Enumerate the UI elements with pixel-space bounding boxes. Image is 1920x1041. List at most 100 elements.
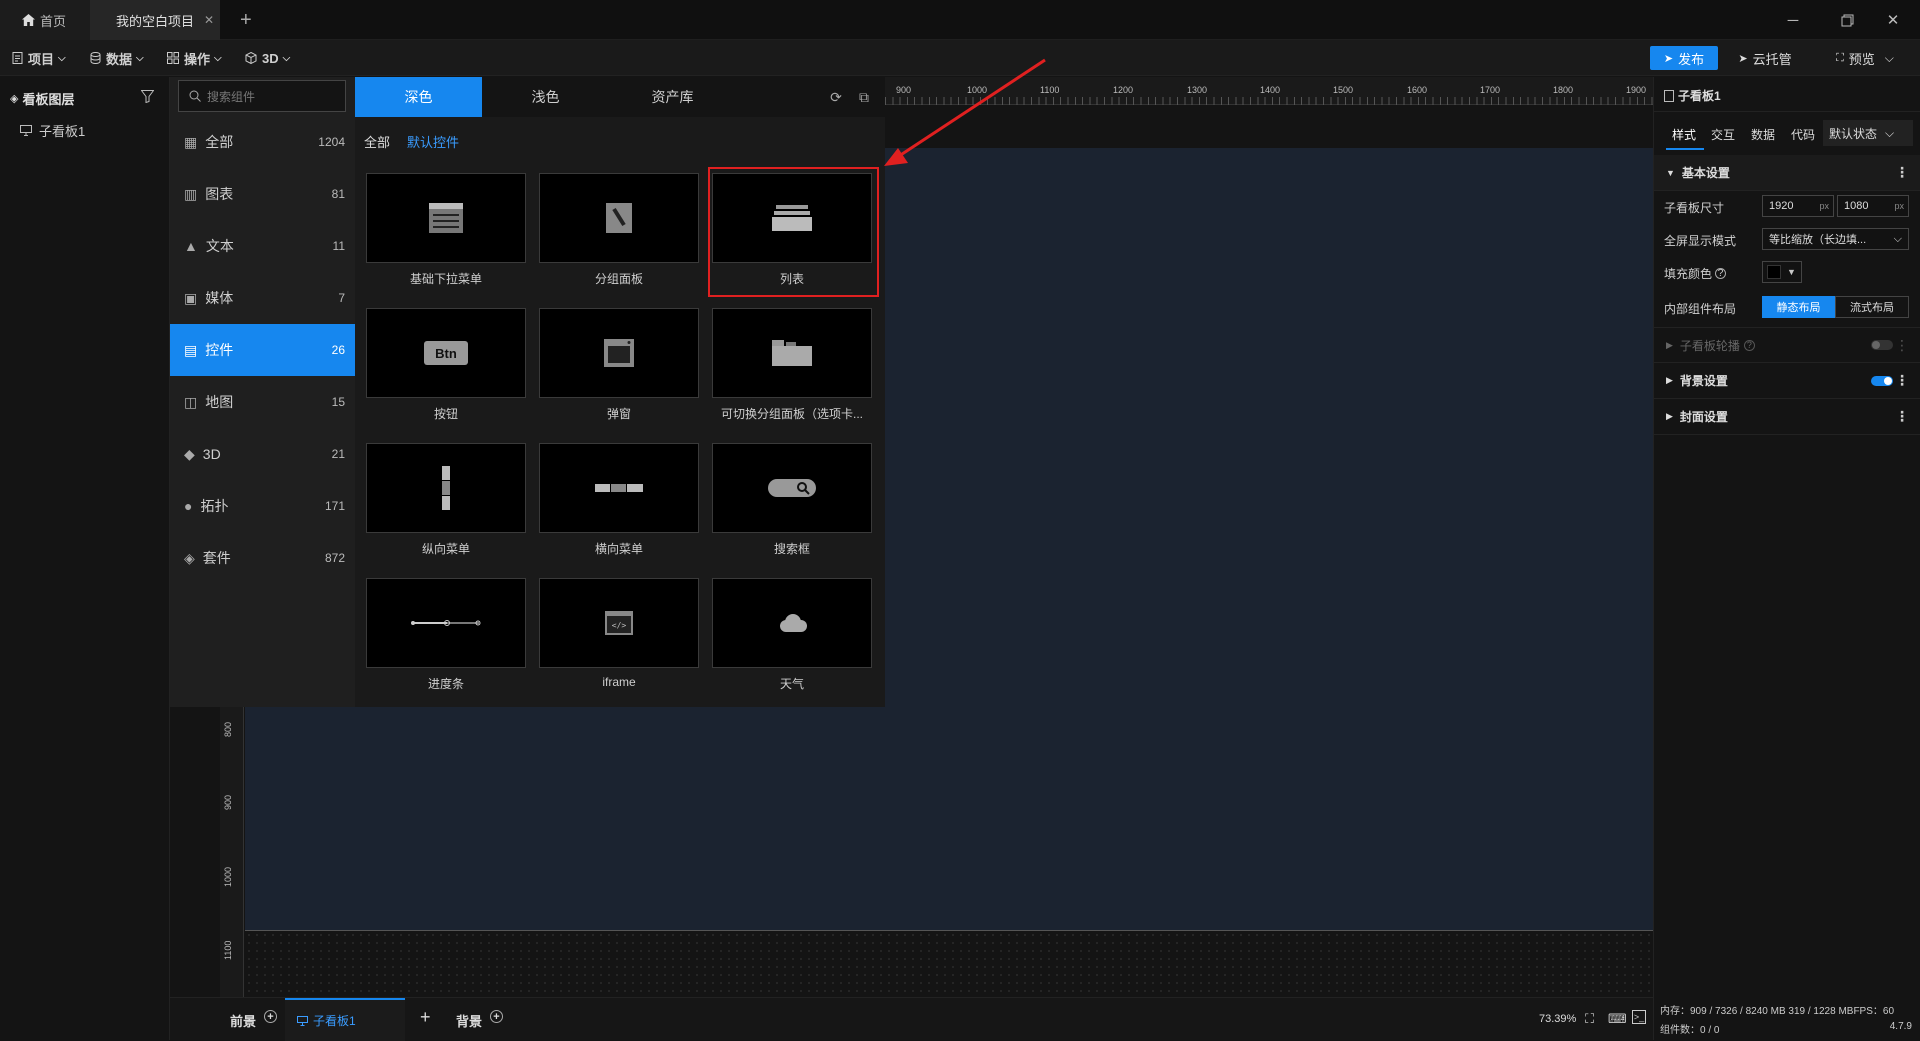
minimize-button[interactable]: ─ (1766, 0, 1820, 40)
category-3d[interactable]: ◆ 3D 21 (170, 428, 355, 480)
new-tab-button[interactable]: + (240, 0, 270, 40)
layout-label: 内部组件布局 (1664, 302, 1737, 316)
project-menu[interactable]: 项目 ⌵ (12, 40, 66, 76)
chevron-down-icon: ⌵ (58, 52, 66, 64)
layout-static-button[interactable]: 静态布局 (1762, 296, 1835, 318)
props-tab-interact[interactable]: 交互 (1711, 126, 1735, 143)
project-menu-label: 项目 (28, 51, 55, 67)
category-map[interactable]: ◫ 地图 15 (170, 376, 355, 428)
tab-assets[interactable]: 资产库 (609, 77, 736, 117)
tab-project[interactable]: 我的空白项目 ✕ (90, 0, 220, 40)
props-tab-code[interactable]: 代码 (1791, 126, 1815, 143)
filter-icon[interactable] (141, 90, 154, 103)
3d-menu[interactable]: 3D ⌵ (245, 40, 290, 76)
chevron-down-icon: ⌵ (1884, 50, 1894, 65)
fill-color-picker[interactable]: ▼ (1762, 261, 1802, 283)
layer-item[interactable]: 子看板1 (20, 121, 85, 140)
component-card-vertical-menu[interactable] (366, 443, 526, 533)
component-card-search-box[interactable] (712, 443, 872, 533)
component-card-progress[interactable] (366, 578, 526, 668)
weather-icon (780, 614, 807, 632)
section-cover[interactable]: ▶ 封面设置 ⋮ (1654, 399, 1920, 435)
component-card-button[interactable]: Btn (366, 308, 526, 398)
category-controls[interactable]: ▤ 控件 26 (170, 324, 355, 376)
category-label: 全部 (205, 134, 234, 150)
operate-menu[interactable]: 操作 ⌵ (167, 40, 222, 76)
refresh-icon[interactable]: ⟳ (823, 77, 849, 117)
zoom-level[interactable]: 73.39% (1539, 1013, 1576, 1025)
tab-light[interactable]: 浅色 (482, 77, 609, 117)
background-label: 背景 (456, 1014, 483, 1029)
close-window-button[interactable]: ✕ (1866, 0, 1920, 40)
component-categories: 搜索组件 ▦ 全部 1204 ▥ 图表 81 ▲ 文本 11 ▣ 媒体 7 ▤ 控件 26 ◫ 地图 1… (170, 77, 355, 707)
fullscreen-label: 全屏显示模式 (1664, 234, 1737, 248)
tab-dark[interactable]: 深色 (355, 77, 482, 117)
layer-panel-header: ◈ 看板图层 (10, 89, 74, 108)
component-card-popup[interactable] (539, 308, 699, 398)
filter-all[interactable]: 全部 (364, 132, 390, 151)
tab-light-label: 浅色 (531, 89, 560, 105)
component-card-iframe[interactable]: </> (539, 578, 699, 668)
category-topology[interactable]: ● 拓扑 171 (170, 480, 355, 532)
height-input[interactable]: 1080 px (1837, 195, 1909, 217)
background-tab[interactable]: 背景 + (456, 1010, 504, 1030)
add-icon[interactable]: + (264, 1010, 278, 1023)
category-text[interactable]: ▲ 文本 11 (170, 220, 355, 272)
more-icon[interactable]: ⋮ (1895, 164, 1909, 181)
document-icon (12, 52, 23, 64)
ruler-tick: 1700 (1480, 85, 1501, 95)
section-cover-label: 封面设置 (1679, 410, 1728, 424)
add-board-button[interactable]: + (420, 1007, 431, 1028)
more-icon[interactable]: ⋮ (1895, 408, 1909, 425)
width-value: 1920 (1769, 200, 1794, 212)
fit-screen-icon[interactable]: ⛶ (1585, 1011, 1594, 1027)
filter-default[interactable]: 默认控件 (407, 132, 459, 151)
component-grid-panel: 深色 浅色 资产库 ⟳ ⧉ 全部 默认控件 基础下拉菜单 分组面板 列表 Btn… (355, 77, 885, 707)
data-menu[interactable]: 数据 ⌵ (90, 40, 144, 76)
state-select[interactable]: 默认状态 ⌵ (1823, 120, 1913, 146)
props-tab-style[interactable]: 样式 (1672, 126, 1696, 143)
carousel-toggle[interactable] (1871, 340, 1893, 350)
category-chart[interactable]: ▥ 图表 81 (170, 168, 355, 220)
width-input[interactable]: 1920 px (1762, 195, 1834, 217)
chevron-down-icon: ⌵ (282, 52, 291, 64)
close-icon[interactable]: ✕ (204, 13, 214, 27)
layout-flow-button[interactable]: 流式布局 (1835, 296, 1909, 318)
component-label: 可切换分组面板（选项卡... (720, 407, 863, 421)
category-media[interactable]: ▣ 媒体 7 (170, 272, 355, 324)
caret-right-icon: ▶ (1666, 411, 1673, 421)
component-card-tab-panel[interactable] (712, 308, 872, 398)
iframe-icon: </> (605, 611, 633, 635)
highlight-box (708, 167, 879, 297)
category-label: 拓扑 (200, 498, 229, 514)
map-icon: ◫ (184, 393, 198, 410)
tab-home[interactable]: 首页 (0, 0, 90, 40)
more-icon[interactable]: ⋮ (1895, 337, 1909, 354)
terminal-icon[interactable]: >_ (1632, 1010, 1646, 1024)
more-icon[interactable]: ⋮ (1895, 372, 1909, 389)
stats-memory: 内存：909 / 7326 / 8240 MB 319 / 1228 MBFPS… (1660, 1006, 1895, 1017)
component-card-horizontal-menu[interactable] (539, 443, 699, 533)
category-all[interactable]: ▦ 全部 1204 (170, 116, 355, 168)
background-toggle[interactable] (1871, 375, 1893, 386)
add-icon[interactable]: + (490, 1010, 504, 1023)
component-card-group-panel[interactable] (539, 173, 699, 263)
tab-assets-label: 资产库 (651, 89, 694, 105)
section-background[interactable]: ▶ 背景设置 ⋮ (1654, 363, 1920, 399)
component-card-dropdown[interactable] (366, 173, 526, 263)
section-basic[interactable]: ▼ 基本设置 ⋮ (1654, 155, 1920, 191)
section-carousel[interactable]: ▶ 子看板轮播 ? ⋮ (1654, 327, 1920, 363)
database-icon (90, 52, 101, 64)
preview-button[interactable]: ⛶ 预览 ⌵ (1820, 46, 1910, 70)
props-tab-data[interactable]: 数据 (1751, 126, 1775, 143)
component-card-weather[interactable] (712, 578, 872, 668)
help-icon[interactable]: ? (1715, 268, 1727, 279)
publish-button[interactable]: ➤ 发布 (1650, 46, 1718, 70)
keyboard-icon[interactable]: ⌨ (1608, 1011, 1627, 1027)
board-tab[interactable]: 子看板1 (285, 998, 405, 1041)
cloud-hosting-button[interactable]: ➤ 云托管 (1730, 46, 1800, 70)
foreground-tab[interactable]: 前景 + (230, 1010, 278, 1030)
search-input[interactable]: 搜索组件 (178, 80, 346, 112)
category-kit[interactable]: ◈ 套件 872 (170, 532, 355, 584)
fullscreen-select[interactable]: 等比缩放（长边填... ⌵ (1762, 228, 1909, 250)
